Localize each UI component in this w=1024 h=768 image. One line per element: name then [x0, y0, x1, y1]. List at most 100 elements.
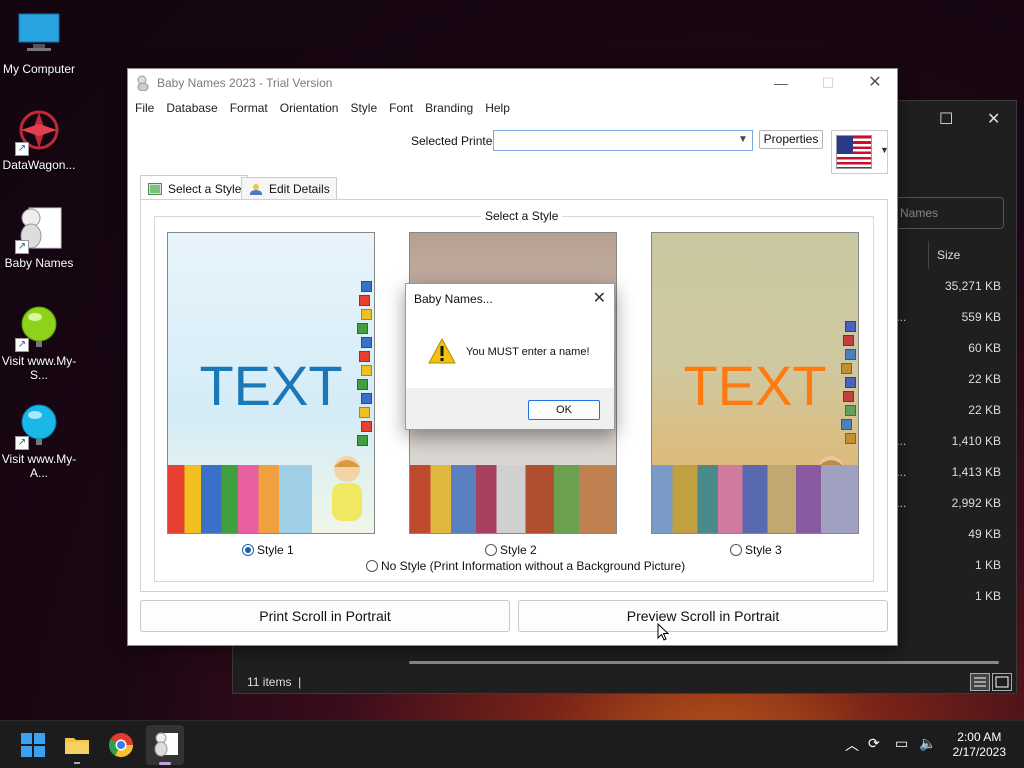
table-row[interactable]: 49 KB: [883, 527, 1003, 547]
close-icon[interactable]: ✕: [852, 69, 898, 97]
details-view-icon[interactable]: [970, 673, 990, 691]
selected-printer-label: Selected Printer: [411, 134, 497, 148]
no-style-radio[interactable]: No Style (Print Information without a Ba…: [366, 559, 685, 573]
taskbar: ︿ ⟳ ▭ 🔈 2:00 AM 2/17/2023: [0, 720, 1024, 768]
shortcut-arrow-icon: ↗: [15, 142, 29, 156]
maximize-icon[interactable]: ☐: [939, 109, 953, 129]
style-3-text: TEXT: [683, 354, 827, 417]
menu-font[interactable]: Font: [382, 98, 413, 115]
group-title: Select a Style: [481, 209, 563, 223]
properties-button[interactable]: Properties: [759, 130, 823, 149]
radio-indicator: [242, 544, 254, 556]
maximize-icon[interactable]: ☐: [805, 69, 851, 97]
close-icon[interactable]: ✕: [987, 109, 1000, 129]
shortcut-arrow-icon: ↗: [15, 436, 29, 450]
column-header-size[interactable]: Size: [928, 241, 1008, 269]
style-3-preview[interactable]: TEXT: [651, 232, 859, 534]
desktop-icon-visit-my-a[interactable]: ↗ Visit www.My-A...: [0, 400, 78, 480]
style-1-text: TEXT: [199, 354, 343, 417]
table-row[interactable]: 22 KB: [883, 403, 1003, 423]
baby-names-taskbar-icon[interactable]: [146, 725, 184, 765]
volume-icon[interactable]: 🔈: [919, 735, 936, 752]
minimize-icon[interactable]: —: [758, 69, 804, 97]
shortcut-arrow-icon: ↗: [15, 338, 29, 352]
desktop-icon-baby-names[interactable]: ↗ Baby Names: [0, 204, 78, 270]
menu-orientation[interactable]: Orientation: [273, 98, 339, 115]
sync-icon[interactable]: ⟳: [868, 735, 880, 752]
style-1-radio[interactable]: Style 1: [242, 543, 294, 557]
green-globe-icon: ↗: [15, 302, 63, 352]
toys-decoration: [410, 465, 616, 533]
table-row[interactable]: 22 KB: [883, 372, 1003, 392]
table-row[interactable]: en...1,413 KB: [883, 465, 1003, 485]
menu-bar: File Database Format Orientation Style Font Br…: [128, 98, 515, 118]
table-row[interactable]: t1 KB: [883, 558, 1003, 578]
desktop-icon-label: DataWagon...: [2, 158, 76, 172]
blue-globe-icon: ↗: [15, 400, 63, 450]
style-3-radio[interactable]: Style 3: [730, 543, 782, 557]
dialog-footer: OK: [406, 388, 614, 429]
chrome-icon[interactable]: [107, 731, 135, 759]
horizontal-scrollbar[interactable]: [409, 661, 999, 664]
desktop-icon-my-computer[interactable]: My Computer: [0, 10, 78, 76]
table-row[interactable]: t1 KB: [883, 589, 1003, 609]
warning-icon: [428, 337, 456, 364]
desktop-icon-label: My Computer: [2, 62, 76, 76]
chevron-down-icon: ▼: [738, 134, 748, 145]
dialog-title: Baby Names...: [414, 292, 493, 306]
baby-names-icon: ↗: [15, 204, 63, 254]
menu-format[interactable]: Format: [223, 98, 268, 115]
radio-indicator: [730, 544, 742, 556]
radio-indicator: [366, 560, 378, 572]
user-icon: [249, 183, 263, 198]
table-row[interactable]: 35,271 KB: [883, 279, 1003, 299]
menu-branding[interactable]: Branding: [418, 98, 473, 115]
preview-scroll-portrait-button[interactable]: Preview Scroll in Portrait: [518, 600, 888, 632]
radio-indicator: [485, 544, 497, 556]
status-item-count: 11 items |: [247, 675, 302, 689]
menu-help[interactable]: Help: [478, 98, 510, 115]
network-icon[interactable]: ▭: [895, 735, 908, 752]
ok-button[interactable]: OK: [528, 400, 600, 420]
toy-blocks-decoration: [354, 281, 374, 451]
table-row[interactable]: 60 KB: [883, 341, 1003, 361]
print-scroll-portrait-button[interactable]: Print Scroll in Portrait: [140, 600, 510, 632]
shortcut-arrow-icon: ↗: [15, 240, 29, 254]
window-title: Baby Names 2023 - Trial Version: [157, 76, 333, 90]
title-bar[interactable]: Baby Names 2023 - Trial Version — ☐ ✕: [128, 69, 897, 97]
alert-dialog: Baby Names... ✕ You MUST enter a name! O…: [405, 283, 615, 430]
monitor-icon: [15, 10, 63, 58]
file-explorer-icon[interactable]: [63, 731, 91, 764]
app-icon: [136, 75, 152, 92]
toys-decoration: [168, 465, 374, 533]
toys-decoration: [652, 465, 858, 533]
menu-style[interactable]: Style: [343, 98, 377, 115]
style-1-preview[interactable]: TEXT: [167, 232, 375, 534]
menu-database[interactable]: Database: [159, 98, 217, 115]
windows-start-icon[interactable]: [19, 731, 47, 759]
datawagon-icon: ↗: [15, 106, 63, 156]
menu-file[interactable]: File: [128, 98, 154, 115]
desktop-icon-datawagon[interactable]: ↗ DataWagon...: [0, 106, 78, 172]
desktop-icon-visit-my-s[interactable]: ↗ Visit www.My-S...: [0, 302, 78, 382]
clock[interactable]: 2:00 AM 2/17/2023: [953, 730, 1006, 760]
close-icon[interactable]: ✕: [593, 288, 606, 308]
style-2-radio[interactable]: Style 2: [485, 543, 537, 557]
tab-select-a-style[interactable]: Select a Style: [140, 175, 249, 199]
language-flag-button[interactable]: ▼: [831, 130, 889, 174]
desktop-icon-label: Baby Names: [4, 256, 74, 270]
us-flag-icon: [836, 135, 872, 169]
table-row[interactable]: en...1,410 KB: [883, 434, 1003, 454]
printer-dropdown[interactable]: ▼: [493, 130, 753, 151]
tab-edit-details[interactable]: Edit Details: [241, 177, 337, 199]
dropdown-arrow-icon: ▼: [880, 145, 889, 155]
table-row[interactable]: en...559 KB: [883, 310, 1003, 330]
picture-icon: [148, 183, 162, 195]
toy-blocks-decoration: [838, 321, 858, 461]
large-icons-view-icon[interactable]: [992, 673, 1012, 691]
desktop-icon-label: Visit www.My-S...: [1, 354, 77, 382]
table-row[interactable]: en...2,992 KB: [883, 496, 1003, 516]
mouse-cursor-icon: [657, 622, 670, 641]
dialog-message: You MUST enter a name!: [466, 346, 590, 358]
chevron-up-icon[interactable]: ︿: [845, 735, 859, 755]
